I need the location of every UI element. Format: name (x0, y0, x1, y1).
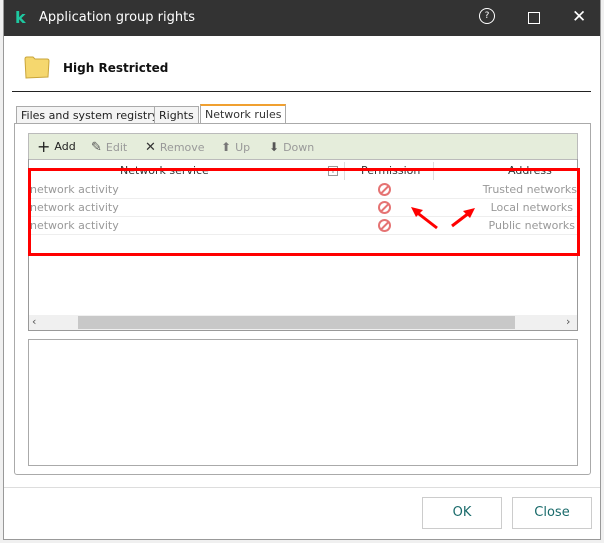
arrow-down-icon: ⬇ (269, 140, 280, 154)
help-icon[interactable]: ? (479, 8, 495, 24)
down-button[interactable]: ⬇ Down (269, 140, 314, 154)
annotation-arrows-icon (411, 207, 475, 230)
divider (12, 91, 591, 92)
tab-rights[interactable]: Rights (154, 106, 199, 123)
arrow-up-icon: ⬆ (221, 140, 232, 154)
close-button[interactable]: Close (512, 497, 592, 529)
window-title: Application group rights (39, 10, 195, 25)
add-button[interactable]: + Add (37, 136, 76, 156)
tab-network-rules[interactable]: Network rules (200, 104, 287, 124)
title-bar: k Application group rights ? ✕ (4, 0, 600, 36)
scroll-right-icon[interactable]: › (566, 315, 570, 328)
close-icon[interactable]: ✕ (572, 7, 586, 27)
highlight-annotation (28, 168, 580, 256)
kaspersky-logo-icon: k (15, 8, 26, 27)
up-button[interactable]: ⬆ Up (221, 140, 250, 154)
plus-icon: + (37, 136, 51, 156)
toolbar: + Add ✎ Edit ✕ Remove ⬆ Up ⬇ Down (28, 133, 578, 160)
pencil-icon: ✎ (91, 140, 102, 155)
maximize-icon[interactable] (528, 12, 540, 24)
footer-divider (4, 487, 600, 488)
scrollbar-thumb[interactable] (78, 316, 515, 329)
scroll-left-icon[interactable]: ‹ (32, 315, 36, 328)
group-name: High Restricted (63, 61, 169, 75)
edit-button[interactable]: ✎ Edit (91, 140, 127, 155)
remove-button[interactable]: ✕ Remove (145, 140, 205, 155)
folder-icon (24, 56, 50, 79)
tab-files-and-system-registry[interactable]: Files and system registry (16, 106, 164, 123)
ok-button[interactable]: OK (422, 497, 502, 529)
x-icon: ✕ (145, 140, 156, 155)
details-pane (28, 339, 578, 466)
